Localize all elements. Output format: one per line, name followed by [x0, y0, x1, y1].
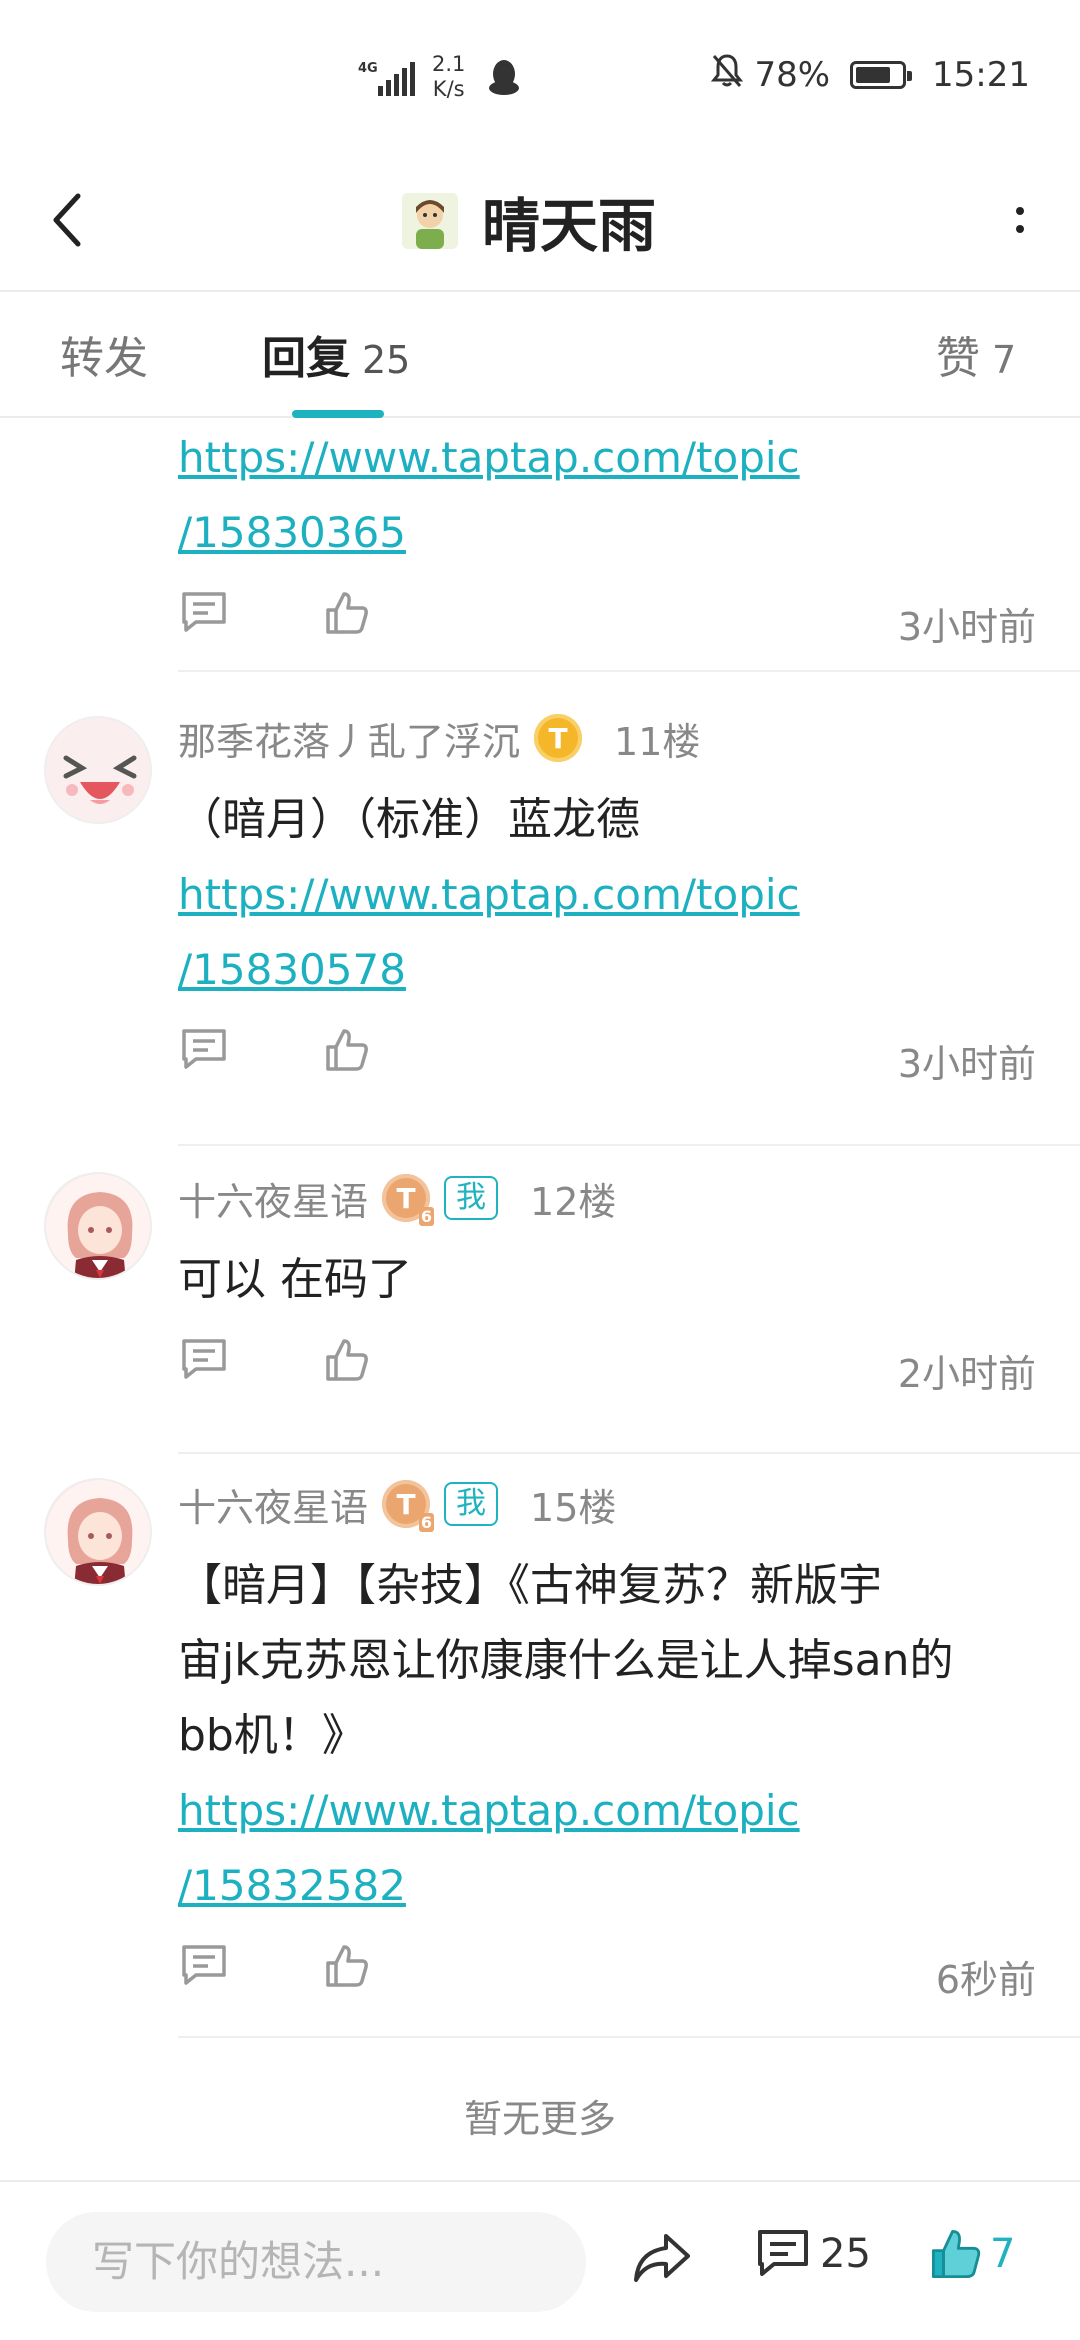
signal-icon: 4G: [358, 58, 422, 98]
me-badge: 我: [444, 1176, 499, 1220]
comment-icon: [182, 592, 226, 632]
network-speed: 2.1 K/s: [432, 52, 466, 101]
like-button[interactable]: [324, 1027, 370, 1077]
divider: [178, 2036, 1080, 2038]
like-count-button[interactable]: 7: [930, 2228, 1015, 2280]
reply-text: 可以 在码了: [178, 1254, 412, 1305]
username[interactable]: 十六夜星语: [178, 1171, 368, 1226]
tab-replies[interactable]: 回复 25: [262, 322, 410, 386]
divider: [178, 670, 1080, 672]
comment-input[interactable]: 写下你的想法...: [46, 2212, 586, 2312]
back-button[interactable]: [38, 180, 98, 260]
thumbs-up-filled-icon: [931, 2229, 981, 2279]
page-title: 晴天雨: [482, 192, 657, 260]
reply-time: 6秒前: [935, 1958, 1036, 2002]
level-badge-icon: T: [534, 714, 583, 762]
reply-text: （暗月）（标准）蓝龙德: [178, 794, 640, 845]
reply-button[interactable]: [180, 1027, 228, 1075]
like-count: 7: [990, 2231, 1016, 2277]
topic-link[interactable]: https://www.taptap.com/topic /15832582: [178, 1773, 1036, 1923]
comment-count-button[interactable]: 25: [756, 2228, 871, 2280]
thumbs-up-icon: [326, 1339, 368, 1381]
chevron-left-icon: [53, 193, 81, 247]
me-badge: 我: [444, 1482, 499, 1526]
tab-count: 25: [362, 338, 411, 382]
reply-text: 【暗月】【杂技】《古神复苏？新版宇 宙jk克苏恩让你康康什么是让人掉san的 b…: [178, 1560, 954, 1761]
reply-actions: 6秒前: [178, 1933, 1036, 2013]
divider: [178, 1144, 1080, 1146]
tab-label: 转发: [60, 333, 148, 384]
thumbs-up-icon: [326, 1945, 368, 1987]
reply-actions: 3小时前: [178, 580, 1036, 660]
floor-number: 15楼: [530, 1485, 617, 1530]
more-vertical-icon: [1016, 207, 1024, 215]
tab-label: 赞: [936, 333, 980, 384]
avatar[interactable]: [44, 716, 152, 824]
like-button[interactable]: [324, 590, 370, 640]
divider: [178, 1452, 1080, 1454]
battery-percent: 78%: [754, 54, 831, 95]
comment-icon: [182, 1029, 226, 1069]
floor-number: 11楼: [614, 719, 701, 764]
share-button[interactable]: [632, 2230, 692, 2290]
level-badge-icon: T6: [382, 1480, 435, 1532]
reply-meta: 十六夜星语 T6 我 12楼: [178, 1170, 1036, 1226]
avatar[interactable]: [44, 1172, 152, 1280]
bottom-action-bar: 写下你的想法... 25 7: [0, 2180, 1080, 2340]
tab-forward[interactable]: 转发: [60, 322, 148, 386]
qq-icon: [486, 58, 522, 102]
more-options-button[interactable]: [1000, 190, 1040, 250]
thumbs-up-icon: [326, 592, 368, 634]
tab-likes[interactable]: 赞 7: [936, 322, 1016, 386]
tab-label: 回复: [262, 333, 350, 384]
reply-button[interactable]: [180, 590, 228, 638]
reply-time: 3小时前: [897, 605, 1036, 649]
reply-time: 2小时前: [897, 1352, 1036, 1396]
comment-icon: [758, 2230, 808, 2276]
avatar[interactable]: [44, 1478, 152, 1586]
no-more-text: 暂无更多: [463, 2097, 616, 2141]
comment-icon: [182, 1945, 226, 1985]
tab-count: 7: [992, 338, 1017, 382]
username[interactable]: 十六夜星语: [178, 1477, 368, 1532]
comment-count: 25: [820, 2231, 871, 2277]
active-tab-indicator: [292, 410, 384, 418]
floor-number: 12楼: [530, 1179, 617, 1224]
reply-button[interactable]: [180, 1337, 228, 1385]
reply-time: 3小时前: [897, 1042, 1036, 1086]
reply-meta: 那季花落丿乱了浮沉 T 11楼: [178, 710, 1036, 766]
clock: 15:21: [932, 54, 1030, 95]
tab-bar: 转发 回复 25 赞 7: [0, 294, 1080, 418]
comment-icon: [182, 1339, 226, 1379]
status-bar: 4G 2.1 K/s 78% 15:21: [0, 0, 1080, 150]
author-info[interactable]: 晴天雨: [402, 176, 656, 266]
reply-actions: 3小时前: [178, 1017, 1036, 1097]
svg-text:4G: 4G: [358, 61, 378, 76]
reply-list[interactable]: https://www.taptap.com/topic /15830365 3…: [0, 420, 1080, 2180]
username[interactable]: 那季花落丿乱了浮沉: [178, 711, 520, 766]
top-app-bar: 晴天雨: [0, 150, 1080, 292]
reply-meta: 十六夜星语 T6 我 15楼: [178, 1476, 1036, 1532]
topic-link[interactable]: https://www.taptap.com/topic /15830365: [178, 420, 1036, 570]
author-avatar[interactable]: [402, 193, 458, 249]
mute-icon: [710, 52, 744, 97]
like-button[interactable]: [324, 1943, 370, 1993]
share-icon: [634, 2234, 690, 2282]
topic-link[interactable]: https://www.taptap.com/topic /15830578: [178, 857, 1036, 1007]
reply-actions: 2小时前: [178, 1327, 1036, 1407]
reply-button[interactable]: [180, 1943, 228, 1991]
level-badge-icon: T6: [382, 1174, 435, 1226]
more-dot: [1016, 225, 1024, 233]
status-right: 78% 15:21: [710, 52, 1030, 97]
thumbs-up-icon: [326, 1029, 368, 1071]
battery-icon: [850, 60, 913, 89]
like-button[interactable]: [324, 1337, 370, 1387]
